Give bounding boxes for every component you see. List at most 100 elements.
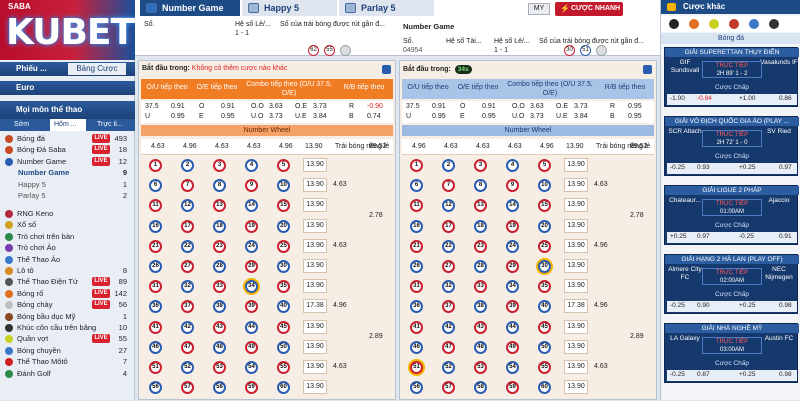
kubet-logo[interactable]: SABA KUBET: [0, 0, 135, 60]
number-ball[interactable]: 57: [181, 381, 194, 395]
number-ball[interactable]: 13: [213, 199, 226, 213]
column-odds[interactable]: 13.90: [566, 143, 584, 150]
number-ball[interactable]: 19: [245, 219, 258, 233]
row-odds[interactable]: 13.90: [303, 339, 327, 354]
number-ball[interactable]: 45: [538, 320, 551, 334]
odds-value[interactable]: -0.90: [367, 103, 383, 110]
number-ball[interactable]: 39: [245, 300, 258, 314]
row-odds[interactable]: 13.90: [564, 158, 588, 172]
row-odds[interactable]: 13.90: [564, 380, 588, 395]
quick-bet-button[interactable]: ⚡ CƯỢC NHANH: [555, 2, 623, 16]
refresh-icon[interactable]: [382, 65, 391, 74]
number-ball[interactable]: 11: [149, 199, 162, 213]
number-ball[interactable]: 24: [506, 239, 519, 253]
number-ball[interactable]: 36: [410, 300, 423, 314]
handicap-price[interactable]: -0.84: [697, 95, 712, 102]
row-odds[interactable]: 13.90: [303, 360, 327, 374]
number-ball[interactable]: 38: [474, 300, 487, 314]
number-ball[interactable]: 25: [277, 239, 290, 253]
number-ball[interactable]: 5: [538, 159, 551, 172]
number-ball[interactable]: 59: [245, 381, 258, 395]
number-ball[interactable]: 39: [506, 300, 519, 314]
number-ball[interactable]: 28: [474, 260, 487, 273]
row-odds[interactable]: 13.90: [564, 339, 588, 354]
group-odds[interactable]: 4.63: [333, 242, 347, 249]
group-odds[interactable]: 4.63: [594, 363, 608, 370]
row-odds[interactable]: 13.90: [303, 319, 327, 334]
odds-value[interactable]: 3.73: [313, 103, 327, 110]
number-ball[interactable]: 5: [277, 159, 290, 172]
odds-value[interactable]: 0.95: [482, 113, 496, 120]
number-ball[interactable]: 31: [149, 280, 162, 294]
odds-value[interactable]: 0.95: [628, 103, 642, 110]
hockey-icon[interactable]: [769, 19, 779, 29]
number-ball[interactable]: 21: [410, 239, 423, 253]
tab-parlay-5[interactable]: Parlay 5: [339, 0, 434, 16]
column-odds[interactable]: 4.96: [183, 143, 197, 150]
number-ball[interactable]: 10: [277, 179, 290, 193]
sidebar-subitem-happy-5[interactable]: Happy 5 1: [0, 179, 135, 190]
sidebar-item-rng-keno[interactable]: RNG Keno: [0, 208, 135, 219]
tab-live[interactable]: Trực ti...: [97, 121, 123, 128]
number-ball[interactable]: 25: [538, 239, 551, 253]
number-ball[interactable]: 22: [181, 239, 194, 253]
number-ball[interactable]: 55: [277, 361, 290, 374]
sidebar-subitem-parlay-5[interactable]: Parlay 5 2: [0, 190, 135, 201]
tab-early[interactable]: Sớm: [14, 121, 29, 128]
handicap-price[interactable]: 0.93: [697, 164, 710, 171]
number-ball[interactable]: 48: [213, 340, 226, 354]
number-ball[interactable]: 50: [277, 340, 290, 354]
number-ball[interactable]: 20: [538, 219, 551, 233]
number-ball[interactable]: 28: [213, 260, 226, 273]
number-ball[interactable]: 21: [149, 239, 162, 253]
column-odds[interactable]: 13.90: [305, 143, 323, 150]
odds-value[interactable]: 0.91: [482, 103, 496, 110]
number-ball[interactable]: 47: [181, 340, 194, 354]
half-odds[interactable]: 2.89: [369, 333, 383, 340]
number-ball[interactable]: 54: [245, 361, 258, 374]
number-ball[interactable]: 43: [474, 320, 487, 334]
sidebar-item-virtual-sports[interactable]: Thể Thao Ảo: [0, 254, 135, 265]
number-ball[interactable]: 15: [277, 199, 290, 213]
tab-number-game[interactable]: Number Game: [140, 0, 240, 16]
match-card[interactable]: GIẢI LIGUE 2 PHÁP Chateaur... Ajaccio TRỰC …: [664, 185, 799, 245]
number-ball[interactable]: 27: [442, 260, 455, 273]
number-ball[interactable]: 20: [277, 219, 290, 233]
group-odds[interactable]: 4.96: [333, 302, 347, 309]
number-ball[interactable]: 27: [181, 260, 194, 273]
number-ball[interactable]: 31: [410, 280, 423, 294]
row-odds[interactable]: 17.38: [564, 299, 588, 314]
refresh-icon[interactable]: [643, 65, 652, 74]
number-ball[interactable]: 14: [506, 199, 519, 213]
tennis-ball-icon[interactable]: [709, 19, 719, 29]
column-odds[interactable]: 4.63: [476, 143, 490, 150]
sidebar-item-american-football[interactable]: Bóng bầu dục Mỹ 1: [0, 311, 135, 322]
number-ball[interactable]: 55: [538, 361, 551, 374]
number-ball[interactable]: 32: [442, 280, 455, 294]
number-ball[interactable]: 7: [442, 179, 455, 193]
number-ball[interactable]: 23: [474, 239, 487, 253]
number-ball[interactable]: 19: [506, 219, 519, 233]
number-ball[interactable]: 58: [474, 381, 487, 395]
tab-happy-5[interactable]: Happy 5: [242, 0, 337, 16]
group-odds[interactable]: 4.96: [594, 242, 608, 249]
row-odds[interactable]: 13.90: [564, 259, 588, 273]
number-ball[interactable]: 38: [213, 300, 226, 314]
number-ball[interactable]: 48: [474, 340, 487, 354]
currency-selector[interactable]: MY: [528, 3, 550, 15]
handicap-price[interactable]: 0.98: [779, 371, 792, 378]
number-ball[interactable]: 6: [410, 179, 423, 193]
sidebar-subitem-number-game[interactable]: Number Game 9: [0, 167, 135, 178]
number-ball[interactable]: 8: [213, 179, 226, 193]
number-ball[interactable]: 32: [181, 280, 194, 294]
sidebar-item-basketball[interactable]: Bóng rổ LIVE 142: [0, 288, 135, 299]
single-ball-odds[interactable]: 69.52: [630, 143, 648, 150]
number-ball[interactable]: 6: [149, 179, 162, 193]
odds-value[interactable]: 3.84: [574, 113, 588, 120]
number-ball[interactable]: 56: [410, 381, 423, 395]
handicap-price[interactable]: 0.87: [697, 371, 710, 378]
group-odds[interactable]: 4.63: [333, 363, 347, 370]
number-ball[interactable]: 53: [474, 361, 487, 374]
all-sports-header[interactable]: Mọi môn thể thao: [0, 101, 135, 119]
handicap-price[interactable]: 0.90: [697, 302, 710, 309]
